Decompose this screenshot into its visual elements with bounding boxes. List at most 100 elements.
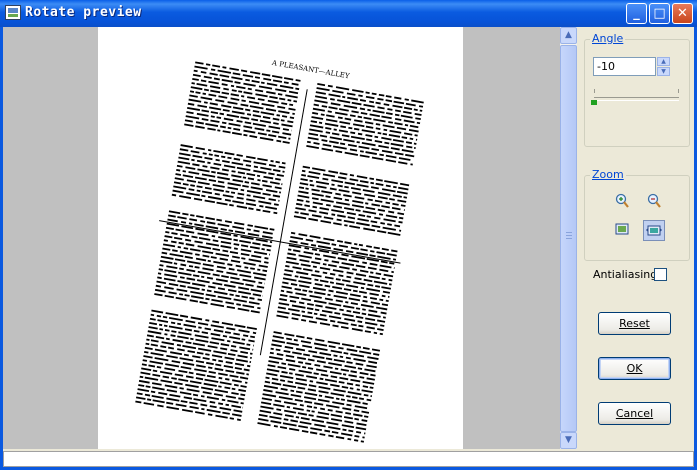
text-line-fragment bbox=[186, 179, 197, 183]
grip-icon bbox=[566, 232, 572, 240]
angle-input[interactable]: -10 bbox=[593, 57, 656, 76]
text-line-fragment bbox=[197, 181, 210, 186]
text-line-fragment bbox=[279, 426, 288, 430]
text-line-fragment bbox=[324, 297, 333, 301]
text-line-fragment bbox=[203, 101, 208, 104]
angle-slider-track[interactable] bbox=[594, 97, 679, 101]
text-line-fragment bbox=[270, 347, 274, 351]
text-line-fragment bbox=[343, 288, 352, 292]
text-line-fragment bbox=[190, 150, 200, 154]
text-line-fragment bbox=[301, 429, 309, 433]
text-line-fragment bbox=[215, 158, 220, 162]
antialiasing-checkbox[interactable] bbox=[654, 268, 667, 281]
text-line-fragment bbox=[249, 134, 258, 139]
actual-size-icon[interactable] bbox=[643, 220, 665, 241]
text-line-fragment bbox=[193, 69, 198, 73]
text-line-fragment bbox=[341, 432, 353, 437]
text-line-fragment bbox=[344, 364, 357, 369]
text-line-fragment bbox=[257, 179, 261, 182]
text-line-fragment bbox=[246, 326, 257, 330]
scrollbar-thumb[interactable] bbox=[560, 45, 577, 432]
text-line-fragment bbox=[169, 393, 181, 398]
maximize-button[interactable]: □ bbox=[649, 3, 670, 24]
angle-slider-thumb[interactable] bbox=[591, 100, 597, 105]
text-line-fragment bbox=[180, 400, 188, 404]
text-line-fragment bbox=[149, 322, 158, 326]
text-line-fragment bbox=[355, 307, 361, 310]
text-line-fragment bbox=[226, 340, 231, 343]
text-line-fragment bbox=[212, 273, 220, 277]
text-line-fragment bbox=[253, 169, 267, 174]
text-line-fragment bbox=[312, 167, 326, 172]
text-line-fragment bbox=[157, 276, 162, 280]
reset-button[interactable]: Reset bbox=[598, 312, 671, 335]
text-line-fragment bbox=[185, 319, 196, 324]
text-line-fragment bbox=[319, 433, 326, 436]
minimize-button[interactable]: _ bbox=[626, 3, 647, 24]
text-line-fragment bbox=[310, 427, 323, 432]
angle-spin-down[interactable]: ▼ bbox=[657, 67, 670, 76]
text-line-fragment bbox=[263, 175, 274, 180]
vertical-scrollbar[interactable]: ▲ ▼ bbox=[560, 27, 577, 449]
text-line-fragment bbox=[335, 278, 341, 281]
text-line-fragment bbox=[309, 179, 313, 183]
cancel-button[interactable]: Cancel bbox=[598, 402, 671, 425]
text-line-fragment bbox=[292, 351, 302, 355]
text-line-fragment bbox=[189, 299, 199, 303]
text-line-fragment bbox=[364, 193, 376, 198]
ok-button[interactable]: OK bbox=[598, 357, 671, 380]
text-line-fragment bbox=[258, 418, 269, 422]
text-line-fragment bbox=[374, 135, 379, 139]
title-bar[interactable]: Rotate preview _ □ ✕ bbox=[0, 0, 697, 27]
close-button[interactable]: ✕ bbox=[672, 3, 693, 24]
text-line-fragment bbox=[346, 284, 359, 289]
text-line-fragment bbox=[210, 324, 224, 329]
text-line-fragment bbox=[235, 358, 248, 363]
text-line-fragment bbox=[204, 186, 212, 190]
text-line-fragment bbox=[325, 404, 340, 409]
text-line-fragment bbox=[314, 95, 328, 100]
text-line-fragment bbox=[183, 323, 197, 328]
text-line-fragment bbox=[230, 349, 238, 353]
scroll-up-button[interactable]: ▲ bbox=[560, 27, 577, 44]
text-line-fragment bbox=[279, 298, 288, 302]
text-line-fragment bbox=[383, 273, 394, 278]
angle-spin-up[interactable]: ▲ bbox=[657, 57, 670, 66]
text-line-fragment bbox=[311, 214, 322, 218]
text-line-fragment bbox=[185, 243, 195, 247]
zoom-out-icon[interactable] bbox=[645, 193, 663, 211]
rotate-preview-pane[interactable]: A PLEASANT—ALLEY bbox=[3, 27, 560, 449]
text-line-fragment bbox=[288, 308, 300, 312]
scroll-down-button[interactable]: ▼ bbox=[560, 432, 577, 449]
text-line-fragment bbox=[371, 92, 377, 96]
text-line-fragment bbox=[231, 89, 237, 92]
text-line-fragment bbox=[218, 402, 224, 406]
fit-page-icon[interactable] bbox=[613, 221, 631, 239]
text-line-fragment bbox=[268, 164, 276, 167]
text-line-fragment bbox=[148, 364, 156, 368]
text-line-fragment bbox=[238, 329, 250, 333]
text-line-fragment bbox=[371, 156, 384, 161]
text-line-fragment bbox=[236, 269, 251, 274]
text-line-fragment bbox=[393, 100, 405, 105]
text-line-fragment bbox=[286, 341, 299, 346]
text-line-fragment bbox=[266, 91, 276, 95]
text-line-fragment bbox=[244, 121, 252, 125]
text-line-fragment bbox=[290, 393, 302, 398]
text-line-fragment bbox=[205, 297, 210, 301]
text-line-fragment bbox=[251, 182, 260, 186]
text-line-fragment bbox=[213, 329, 224, 333]
text-line-fragment bbox=[302, 289, 308, 292]
text-line-fragment bbox=[333, 294, 348, 299]
text-line-fragment bbox=[295, 87, 300, 91]
text-line-fragment bbox=[320, 220, 332, 224]
text-line-fragment bbox=[343, 138, 355, 143]
text-line-fragment bbox=[300, 212, 309, 216]
zoom-in-icon[interactable] bbox=[613, 193, 631, 211]
text-line-fragment bbox=[306, 405, 313, 408]
text-line-fragment bbox=[287, 252, 296, 256]
text-line-fragment bbox=[182, 344, 197, 350]
text-line-fragment bbox=[273, 122, 279, 125]
text-line-fragment bbox=[266, 129, 271, 132]
text-line-fragment bbox=[334, 367, 339, 370]
